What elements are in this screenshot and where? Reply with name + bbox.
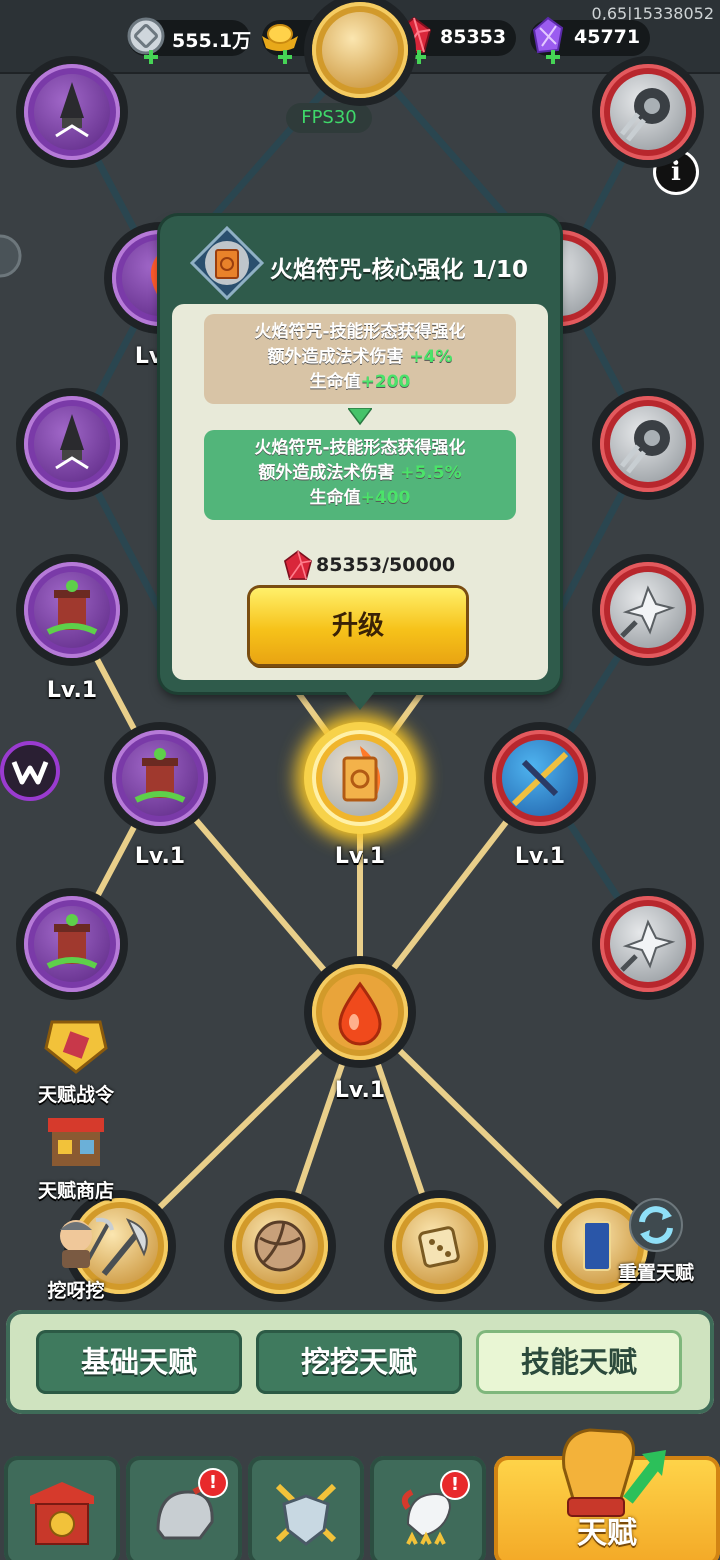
talent-node-purple-totem[interactable] — [16, 554, 128, 666]
fist-upgrade-icon — [562, 1428, 666, 1517]
drill-icon — [55, 82, 89, 138]
fire-scroll-emblem-icon — [190, 226, 264, 300]
drill-icon — [55, 414, 89, 470]
fire-drop-icon — [338, 981, 382, 1046]
level-label: Lv.1 — [334, 1078, 386, 1103]
talent-battle-pass-button[interactable]: 天赋战令 — [26, 1014, 126, 1107]
talent-node-gold-ball[interactable] — [224, 1190, 336, 1302]
notification-badge: ! — [200, 1470, 226, 1496]
spiked-wheel-icon — [620, 88, 670, 142]
current-effect-line2: 额外造成法术伤害 +4% — [267, 347, 453, 367]
nav-gate-button[interactable] — [4, 1456, 120, 1560]
talent-node-purple-totem-2[interactable] — [104, 722, 216, 834]
add-crystal-icon[interactable] — [546, 50, 560, 64]
talent-detail-popup: 火焰符咒-核心强化 1/10 火焰符咒-技能形态获得强化 额外造成法术伤害 +4… — [160, 216, 560, 710]
tab-dig-talent[interactable]: 挖挖天赋 — [256, 1330, 462, 1394]
red-gem-amount: 85353 — [440, 26, 507, 48]
level-label: Lv.1 — [46, 678, 98, 703]
castle-gate-icon — [30, 1482, 94, 1545]
talent-shop-button[interactable]: 天赋商店 — [26, 1112, 126, 1203]
spiked-wheel-icon — [620, 420, 670, 474]
current-effect-line1: 火焰符咒-技能形态获得强化 — [254, 322, 466, 342]
level-label: Lv.1 — [334, 844, 386, 869]
popup-title: 火焰符咒-核心强化 1/10 — [270, 257, 528, 283]
silver-amount: 555.1万 — [172, 30, 252, 52]
crossed-swords-shield-icon — [275, 1483, 337, 1546]
battle-pass-label: 天赋战令 — [37, 1084, 114, 1106]
next-effect-line1: 火焰符咒-技能形态获得强化 — [254, 438, 466, 458]
current-effect-line3: 生命值+200 — [309, 372, 411, 392]
talent-category-tabs: 基础天赋 挖挖天赋 技能天赋 — [6, 1310, 714, 1414]
talent-screen: 0,65|15338052 555.1万 17893 85353 — [0, 0, 720, 1560]
tab-basic-talent[interactable]: 基础天赋 — [36, 1330, 242, 1394]
crystal-amount: 45771 — [574, 26, 641, 48]
next-effect-line2: 额外造成法术伤害 +5.5% — [258, 463, 462, 483]
nav-pets-button[interactable]: ! — [370, 1456, 486, 1560]
dig-feature-button[interactable]: 挖呀挖 — [26, 1210, 126, 1303]
next-effect-box: 火焰符咒-技能形态获得强化 额外造成法术伤害 +5.5% 生命值+400 — [204, 430, 516, 520]
cost-amount: 85353/50000 — [316, 554, 456, 576]
next-effect-line3: 生命值+400 — [309, 488, 411, 508]
nav-equipment-button[interactable]: ! — [126, 1456, 242, 1560]
talent-node-purple-drill-2[interactable] — [16, 388, 128, 500]
add-gold-icon[interactable] — [278, 50, 292, 64]
dig-label: 挖呀挖 — [47, 1280, 105, 1302]
currency-silver[interactable]: 555.1万 — [127, 17, 252, 64]
dice-icon — [418, 1226, 460, 1268]
fire-scroll-icon — [342, 746, 381, 802]
tab-skill-talent[interactable]: 技能天赋 — [476, 1330, 682, 1394]
shop-stall-icon — [48, 1118, 104, 1166]
talent-node-purple-drill[interactable] — [16, 56, 128, 168]
side-indicator-icon[interactable] — [0, 232, 26, 280]
w-logo-icon[interactable] — [0, 740, 60, 802]
reset-talent-button[interactable]: 重置天赋 — [606, 1196, 706, 1285]
miner-icon — [60, 1217, 114, 1268]
popup-pointer — [344, 690, 376, 710]
shuriken-icon — [620, 919, 676, 972]
crossbow-icon — [511, 751, 569, 807]
refresh-icon — [629, 1198, 683, 1252]
upgrade-button[interactable]: 升级 — [250, 588, 466, 664]
talent-node-red-crossbow[interactable] — [484, 722, 596, 834]
reset-label: 重置天赋 — [617, 1262, 694, 1284]
talent-node-red-shuriken[interactable] — [592, 554, 704, 666]
talent-node-purple-totem-3[interactable] — [16, 888, 128, 1000]
shop-label: 天赋商店 — [37, 1180, 114, 1202]
currency-purple-crystal[interactable]: 45771 — [530, 16, 650, 64]
battle-pass-icon — [44, 1020, 108, 1074]
totem-icon — [46, 580, 98, 635]
talent-node-red-wheel[interactable] — [592, 56, 704, 168]
fps-counter: FPS30 — [286, 103, 372, 133]
totem-icon — [46, 914, 98, 969]
notification-badge: ! — [442, 1472, 468, 1498]
talent-node-gold-dice[interactable] — [384, 1190, 496, 1302]
shuriken-icon — [620, 585, 676, 638]
ball-icon — [254, 1220, 306, 1272]
upgrade-cost: 85353/50000 — [280, 548, 455, 584]
nav-talent-label: 天赋 — [577, 1516, 637, 1551]
add-silver-icon[interactable] — [144, 50, 158, 64]
totem-icon — [134, 748, 186, 803]
talent-node-red-wheel-2[interactable] — [592, 388, 704, 500]
talent-node-red-shuriken-2[interactable] — [592, 888, 704, 1000]
red-gem-icon — [283, 550, 313, 580]
talent-node-fire-scroll-selected[interactable] — [304, 722, 416, 834]
level-label: Lv.1 — [514, 844, 566, 869]
current-effect-box: 火焰符咒-技能形态获得强化 额外造成法术伤害 +4% 生命值+200 — [204, 314, 516, 404]
nav-talent-button[interactable]: 天赋 — [494, 1428, 720, 1560]
arrow-down-icon — [348, 408, 372, 426]
talent-node-core-fire[interactable] — [304, 956, 416, 1068]
level-label: Lv.1 — [134, 844, 186, 869]
nav-weapons-button[interactable] — [248, 1456, 364, 1560]
